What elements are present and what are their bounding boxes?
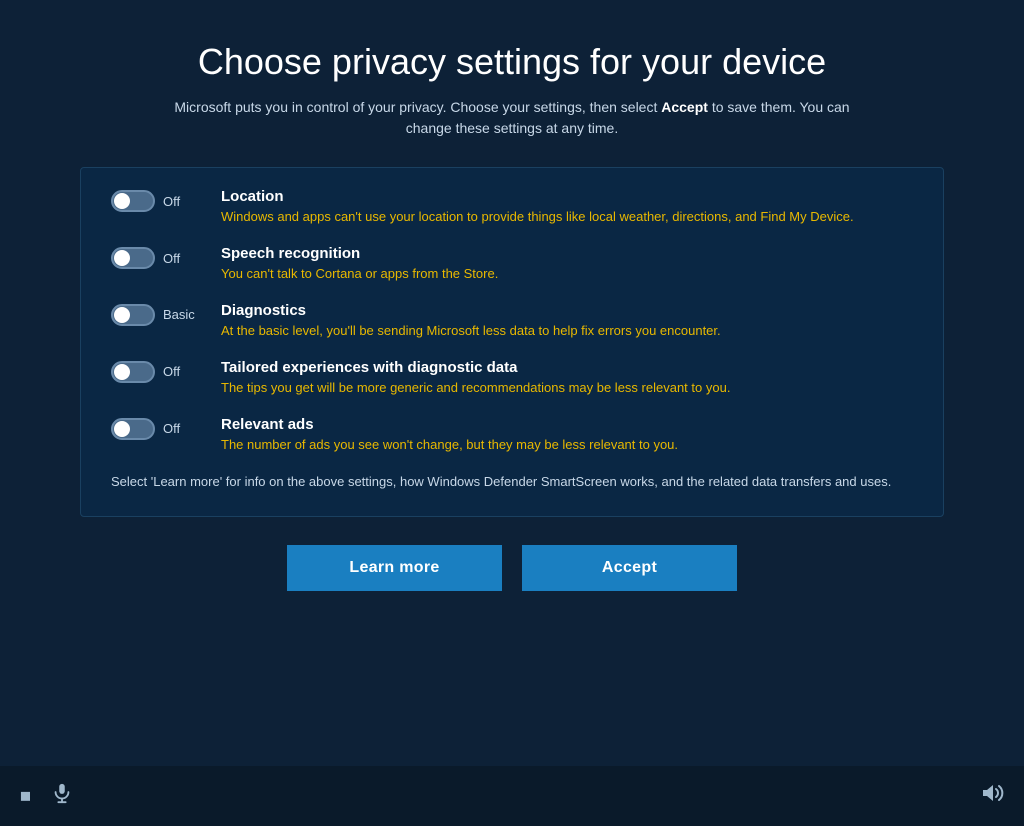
main-container: Choose privacy settings for your device … xyxy=(0,0,1024,766)
setting-row-speech: Off Speech recognition You can't talk to… xyxy=(111,245,913,284)
setting-content-speech: Speech recognition You can't talk to Cor… xyxy=(221,245,913,284)
setting-row-ads: Off Relevant ads The number of ads you s… xyxy=(111,416,913,455)
toggle-area-diagnostics: Basic xyxy=(111,302,221,326)
setting-title-diagnostics: Diagnostics xyxy=(221,302,913,319)
setting-content-diagnostics: Diagnostics At the basic level, you'll b… xyxy=(221,302,913,341)
volume-icon[interactable] xyxy=(980,781,1004,811)
setting-content-ads: Relevant ads The number of ads you see w… xyxy=(221,416,913,455)
setting-content-location: Location Windows and apps can't use your… xyxy=(221,188,913,227)
settings-box: Off Location Windows and apps can't use … xyxy=(80,167,944,517)
setting-title-ads: Relevant ads xyxy=(221,416,913,433)
setting-content-tailored: Tailored experiences with diagnostic dat… xyxy=(221,359,913,398)
learn-more-button[interactable]: Learn more xyxy=(287,545,502,591)
back-icon[interactable]: ⏹ xyxy=(20,783,31,809)
subtitle-pre: Microsoft puts you in control of your pr… xyxy=(174,99,661,115)
toggle-speech[interactable] xyxy=(111,247,155,269)
setting-desc-diagnostics: At the basic level, you'll be sending Mi… xyxy=(221,322,913,341)
setting-desc-tailored: The tips you get will be more generic an… xyxy=(221,379,913,398)
buttons-row: Learn more Accept xyxy=(80,545,944,591)
setting-row-diagnostics: Basic Diagnostics At the basic level, yo… xyxy=(111,302,913,341)
setting-desc-ads: The number of ads you see won't change, … xyxy=(221,436,913,455)
toggle-location[interactable] xyxy=(111,190,155,212)
toggle-label-speech: Off xyxy=(163,251,180,266)
toggle-label-ads: Off xyxy=(163,421,180,436)
setting-desc-location: Windows and apps can't use your location… xyxy=(221,208,913,227)
toggle-area-location: Off xyxy=(111,188,221,212)
setting-desc-speech: You can't talk to Cortana or apps from t… xyxy=(221,265,913,284)
setting-title-tailored: Tailored experiences with diagnostic dat… xyxy=(221,359,913,376)
accept-button[interactable]: Accept xyxy=(522,545,737,591)
toggle-area-ads: Off xyxy=(111,416,221,440)
info-text: Select 'Learn more' for info on the abov… xyxy=(111,472,913,492)
page-subtitle: Microsoft puts you in control of your pr… xyxy=(172,97,852,139)
setting-title-location: Location xyxy=(221,188,913,205)
setting-row-location: Off Location Windows and apps can't use … xyxy=(111,188,913,227)
subtitle-bold: Accept xyxy=(661,99,708,115)
setting-title-speech: Speech recognition xyxy=(221,245,913,262)
toggle-label-tailored: Off xyxy=(163,364,180,379)
toggle-label-diagnostics: Basic xyxy=(163,307,195,322)
toggle-area-speech: Off xyxy=(111,245,221,269)
taskbar: ⏹ xyxy=(0,766,1024,826)
toggle-tailored[interactable] xyxy=(111,361,155,383)
mic-icon[interactable] xyxy=(51,782,73,810)
toggle-diagnostics[interactable] xyxy=(111,304,155,326)
taskbar-left: ⏹ xyxy=(20,782,980,810)
page-title: Choose privacy settings for your device xyxy=(198,40,826,83)
setting-row-tailored: Off Tailored experiences with diagnostic… xyxy=(111,359,913,398)
toggle-ads[interactable] xyxy=(111,418,155,440)
toggle-area-tailored: Off xyxy=(111,359,221,383)
taskbar-right xyxy=(980,781,1004,811)
toggle-label-location: Off xyxy=(163,194,180,209)
